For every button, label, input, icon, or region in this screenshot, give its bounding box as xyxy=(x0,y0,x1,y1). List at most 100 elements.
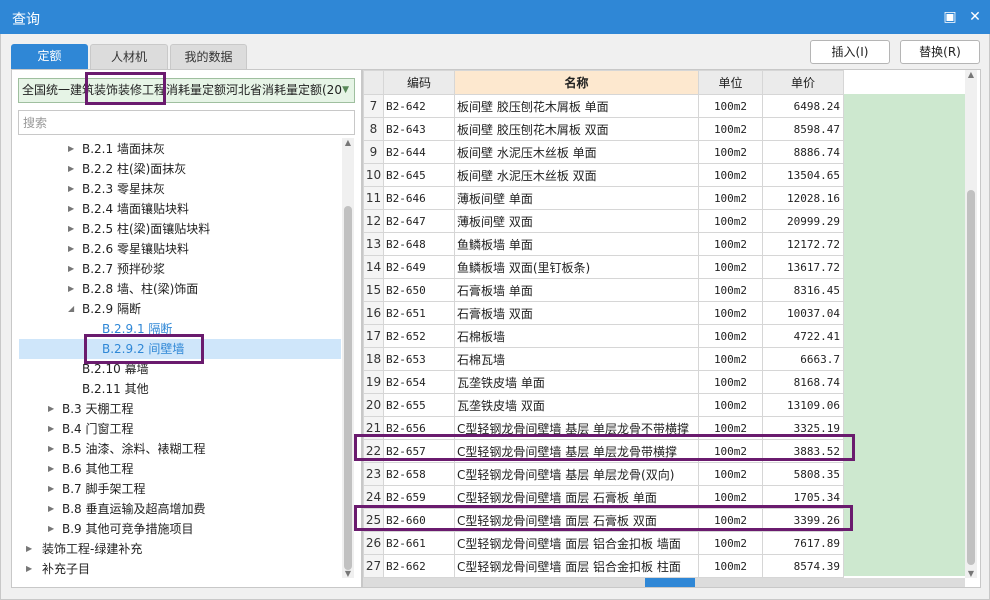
header-code[interactable]: 编码 xyxy=(383,70,455,95)
quota-name-cell[interactable]: 鱼鳞板墙 单面 xyxy=(454,232,699,256)
quota-name-cell[interactable]: C型轻钢龙骨间壁墙 基层 单层龙骨(双向) xyxy=(454,462,699,486)
quota-unit-cell[interactable]: 100m2 xyxy=(698,255,763,279)
quota-price-cell[interactable]: 13617.72 xyxy=(762,255,844,279)
header-unit[interactable]: 单位 xyxy=(698,70,763,95)
row-number-cell[interactable]: 22 xyxy=(363,439,384,463)
tree-item[interactable]: ▶ B.2.5 柱(梁)面镶贴块料 xyxy=(19,219,341,239)
quota-price-cell[interactable]: 10037.04 xyxy=(762,301,844,325)
scroll-down-icon[interactable]: ▼ xyxy=(342,569,354,578)
insert-button[interactable]: 插入(I) xyxy=(810,40,890,64)
tree-item[interactable]: ▶ B.4 门窗工程 xyxy=(19,419,341,439)
quota-unit-cell[interactable]: 100m2 xyxy=(698,163,763,187)
tree-item[interactable]: B.2.9.2 间壁墙 xyxy=(19,339,341,359)
quota-name-cell[interactable]: C型轻钢龙骨间壁墙 面层 石膏板 单面 xyxy=(454,485,699,509)
scroll-down-icon[interactable]: ▼ xyxy=(965,569,977,578)
quota-price-cell[interactable]: 1705.34 xyxy=(762,485,844,509)
caret-right-icon[interactable]: ▶ xyxy=(26,539,32,559)
caret-right-icon[interactable]: ▶ xyxy=(48,479,54,499)
quota-name-cell[interactable]: C型轻钢龙骨间壁墙 基层 单层龙骨带横撑 xyxy=(454,439,699,463)
replace-button[interactable]: 替换(R) xyxy=(900,40,980,64)
table-row[interactable]: 10 B2-645 板间壁 水泥压木丝板 双面 100m2 13504.65 xyxy=(363,163,844,187)
search-input[interactable] xyxy=(18,110,355,135)
caret-right-icon[interactable]: ▶ xyxy=(48,439,54,459)
quota-code-cell[interactable]: B2-656 xyxy=(383,416,455,440)
quota-name-cell[interactable]: 薄板间壁 双面 xyxy=(454,209,699,233)
quota-price-cell[interactable]: 8316.45 xyxy=(762,278,844,302)
quota-code-cell[interactable]: B2-653 xyxy=(383,347,455,371)
header-price[interactable]: 单价 xyxy=(762,70,844,95)
quota-unit-cell[interactable]: 100m2 xyxy=(698,347,763,371)
tree-item[interactable]: ▶ B.2.8 墙、柱(梁)饰面 xyxy=(19,279,341,299)
caret-right-icon[interactable]: ▶ xyxy=(48,419,54,439)
quota-code-cell[interactable]: B2-660 xyxy=(383,508,455,532)
tree-item[interactable]: ▶ B.2.4 墙面镶贴块料 xyxy=(19,199,341,219)
quota-code-cell[interactable]: B2-655 xyxy=(383,393,455,417)
table-row[interactable]: 25 B2-660 C型轻钢龙骨间壁墙 面层 石膏板 双面 100m2 3399.26 xyxy=(363,508,844,532)
quota-code-cell[interactable]: B2-657 xyxy=(383,439,455,463)
tree-item[interactable]: ▶ B.9 其他可竞争措施项目 xyxy=(19,519,341,539)
tree-item[interactable]: B.2.10 幕墙 xyxy=(19,359,341,379)
quota-name-cell[interactable]: C型轻钢龙骨间壁墙 基层 单层龙骨不带横撑 xyxy=(454,416,699,440)
table-row[interactable]: 13 B2-648 鱼鳞板墙 单面 100m2 12172.72 xyxy=(363,232,844,256)
table-row[interactable]: 18 B2-653 石棉瓦墙 100m2 6663.7 xyxy=(363,347,844,371)
quota-name-cell[interactable]: 板间壁 胶压刨花木屑板 双面 xyxy=(454,117,699,141)
row-number-cell[interactable]: 15 xyxy=(363,278,384,302)
caret-right-icon[interactable]: ▶ xyxy=(68,159,74,179)
quota-price-cell[interactable]: 4722.41 xyxy=(762,324,844,348)
caret-right-icon[interactable]: ▶ xyxy=(48,519,54,539)
table-row[interactable]: 8 B2-643 板间壁 胶压刨花木屑板 双面 100m2 8598.47 xyxy=(363,117,844,141)
table-row[interactable]: 23 B2-658 C型轻钢龙骨间壁墙 基层 单层龙骨(双向) 100m2 5808.3… xyxy=(363,462,844,486)
quota-library-select[interactable]: 全国统一建筑装饰装修工程消耗量定额河北省消耗量定额(20 ▼ xyxy=(18,78,355,103)
quota-price-cell[interactable]: 5808.35 xyxy=(762,462,844,486)
quota-price-cell[interactable]: 8598.47 xyxy=(762,117,844,141)
row-number-cell[interactable]: 20 xyxy=(363,393,384,417)
row-number-cell[interactable]: 9 xyxy=(363,140,384,164)
quota-code-cell[interactable]: B2-649 xyxy=(383,255,455,279)
quota-name-cell[interactable]: C型轻钢龙骨间壁墙 面层 石膏板 双面 xyxy=(454,508,699,532)
quota-name-cell[interactable]: 板间壁 胶压刨花木屑板 单面 xyxy=(454,94,699,118)
tree-item[interactable]: ▶ B.2.1 墙面抹灰 xyxy=(19,139,341,159)
quota-unit-cell[interactable]: 100m2 xyxy=(698,94,763,118)
row-number-cell[interactable]: 27 xyxy=(363,554,384,578)
quota-unit-cell[interactable]: 100m2 xyxy=(698,301,763,325)
row-number-cell[interactable]: 24 xyxy=(363,485,384,509)
quota-name-cell[interactable]: 鱼鳞板墙 双面(里钉板条) xyxy=(454,255,699,279)
tree-item[interactable]: ▶ B.8 垂直运输及超高增加费 xyxy=(19,499,341,519)
quota-name-cell[interactable]: 板间壁 水泥压木丝板 单面 xyxy=(454,140,699,164)
quota-unit-cell[interactable]: 100m2 xyxy=(698,531,763,555)
quota-code-cell[interactable]: B2-652 xyxy=(383,324,455,348)
caret-right-icon[interactable]: ▶ xyxy=(48,399,54,419)
tree-scroll-thumb[interactable] xyxy=(344,206,352,570)
quota-price-cell[interactable]: 8574.39 xyxy=(762,554,844,578)
caret-right-icon[interactable]: ▶ xyxy=(68,239,74,259)
scroll-up-icon[interactable]: ▲ xyxy=(965,70,977,79)
collapse-handle[interactable] xyxy=(645,578,695,587)
tree-item[interactable]: ▶ B.2.6 零星镶贴块料 xyxy=(19,239,341,259)
caret-right-icon[interactable]: ▶ xyxy=(68,259,74,279)
row-number-cell[interactable]: 14 xyxy=(363,255,384,279)
quota-code-cell[interactable]: B2-659 xyxy=(383,485,455,509)
quota-price-cell[interactable]: 6663.7 xyxy=(762,347,844,371)
caret-right-icon[interactable]: ▶ xyxy=(48,499,54,519)
table-row[interactable]: 19 B2-654 瓦垄铁皮墙 单面 100m2 8168.74 xyxy=(363,370,844,394)
quota-code-cell[interactable]: B2-650 xyxy=(383,278,455,302)
table-row[interactable]: 17 B2-652 石棉板墙 100m2 4722.41 xyxy=(363,324,844,348)
row-number-cell[interactable]: 10 xyxy=(363,163,384,187)
quota-price-cell[interactable]: 8168.74 xyxy=(762,370,844,394)
quota-name-cell[interactable]: C型轻钢龙骨间壁墙 面层 铝合金扣板 墙面 xyxy=(454,531,699,555)
quota-price-cell[interactable]: 8886.74 xyxy=(762,140,844,164)
table-row[interactable]: 21 B2-656 C型轻钢龙骨间壁墙 基层 单层龙骨不带横撑 100m2 3325.1… xyxy=(363,416,844,440)
quota-price-cell[interactable]: 3883.52 xyxy=(762,439,844,463)
caret-right-icon[interactable]: ▶ xyxy=(68,179,74,199)
quota-unit-cell[interactable]: 100m2 xyxy=(698,393,763,417)
quota-unit-cell[interactable]: 100m2 xyxy=(698,416,763,440)
caret-down-icon[interactable]: ◢ xyxy=(68,299,74,319)
quota-name-cell[interactable]: 石棉板墙 xyxy=(454,324,699,348)
grid-scroll-thumb[interactable] xyxy=(967,190,975,565)
table-row[interactable]: 15 B2-650 石膏板墙 单面 100m2 8316.45 xyxy=(363,278,844,302)
tree-scrollbar[interactable]: ▲ ▼ xyxy=(342,138,354,578)
quota-code-cell[interactable]: B2-645 xyxy=(383,163,455,187)
quota-unit-cell[interactable]: 100m2 xyxy=(698,140,763,164)
tab-quota[interactable]: 定额 xyxy=(11,44,88,69)
table-row[interactable]: 26 B2-661 C型轻钢龙骨间壁墙 面层 铝合金扣板 墙面 100m2 7617.8… xyxy=(363,531,844,555)
